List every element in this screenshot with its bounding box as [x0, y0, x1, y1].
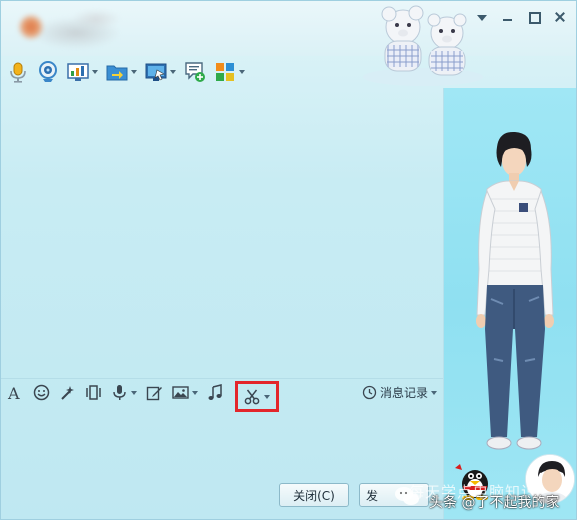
magic-wand-icon [61, 386, 74, 400]
window-controls [476, 11, 566, 24]
message-history-button[interactable]: 消息记录 [362, 384, 437, 401]
message-history-label: 消息记录 [379, 386, 428, 400]
voice-icon [113, 385, 126, 400]
microphone-icon [10, 62, 26, 83]
shake-icon [86, 385, 101, 400]
chevron-down-icon [431, 390, 437, 395]
remote-assist-button[interactable] [67, 61, 98, 83]
webcam-icon [39, 61, 57, 82]
chevron-down-icon [192, 390, 198, 395]
magic-expression-button[interactable] [59, 384, 76, 401]
window-shake-button[interactable] [85, 384, 102, 401]
chat-plus-icon [185, 62, 205, 82]
chevron-down-icon [92, 70, 98, 74]
message-input-area[interactable] [1, 406, 443, 481]
image-icon [172, 386, 189, 399]
chat-toolbar [1, 56, 441, 88]
voice-call-button[interactable] [7, 61, 29, 83]
music-icon [208, 384, 222, 400]
minimize-icon[interactable] [502, 11, 514, 23]
close-icon[interactable] [554, 11, 566, 23]
apps-button[interactable] [214, 61, 245, 83]
maximize-icon[interactable] [528, 11, 541, 24]
chevron-down-icon [131, 390, 137, 395]
video-call-button[interactable] [37, 61, 59, 83]
chevron-down-icon [170, 70, 176, 74]
folder-arrow-icon [106, 65, 128, 81]
title-bar [1, 1, 576, 86]
chevron-down-icon [239, 70, 245, 74]
voice-message-button[interactable] [111, 384, 137, 401]
clock-icon [362, 385, 377, 400]
font-icon: A [7, 384, 20, 401]
chat-window: A 消息记录 关闭(C) 发 每天学点电脑知识 头条 @了不起我的家 [0, 0, 577, 520]
menu-triangle-icon[interactable] [476, 11, 488, 23]
send-button-label: 发 [366, 488, 379, 503]
chevron-down-icon [264, 394, 270, 399]
monitor-icon [145, 63, 167, 81]
contact-avatar-blurred[interactable] [1, 5, 126, 50]
watermark-front-text: 头条 @了不起我的家 [429, 495, 560, 511]
screen-share-button[interactable] [145, 61, 176, 83]
chevron-down-icon [131, 70, 137, 74]
svg-text:A: A [7, 384, 20, 401]
discussion-group-button[interactable] [184, 61, 206, 83]
emoji-icon [33, 384, 50, 401]
font-button[interactable]: A [7, 384, 24, 401]
send-image-button[interactable] [172, 384, 198, 401]
avatar-character-figure [476, 131, 554, 450]
close-button[interactable]: 关闭(C) [279, 483, 349, 507]
close-button-label: 关闭(C) [293, 488, 335, 503]
edit-icon [146, 386, 162, 401]
emoji-button[interactable] [33, 384, 50, 401]
music-button[interactable] [207, 384, 224, 401]
message-history-area[interactable] [1, 88, 443, 378]
app-grid-icon [216, 63, 234, 81]
input-toolbar: A 消息记录 [1, 378, 443, 412]
chart-screen-icon [67, 63, 89, 81]
send-file-button[interactable] [106, 61, 137, 83]
doodle-button[interactable] [146, 384, 163, 401]
scissors-icon [244, 389, 260, 405]
